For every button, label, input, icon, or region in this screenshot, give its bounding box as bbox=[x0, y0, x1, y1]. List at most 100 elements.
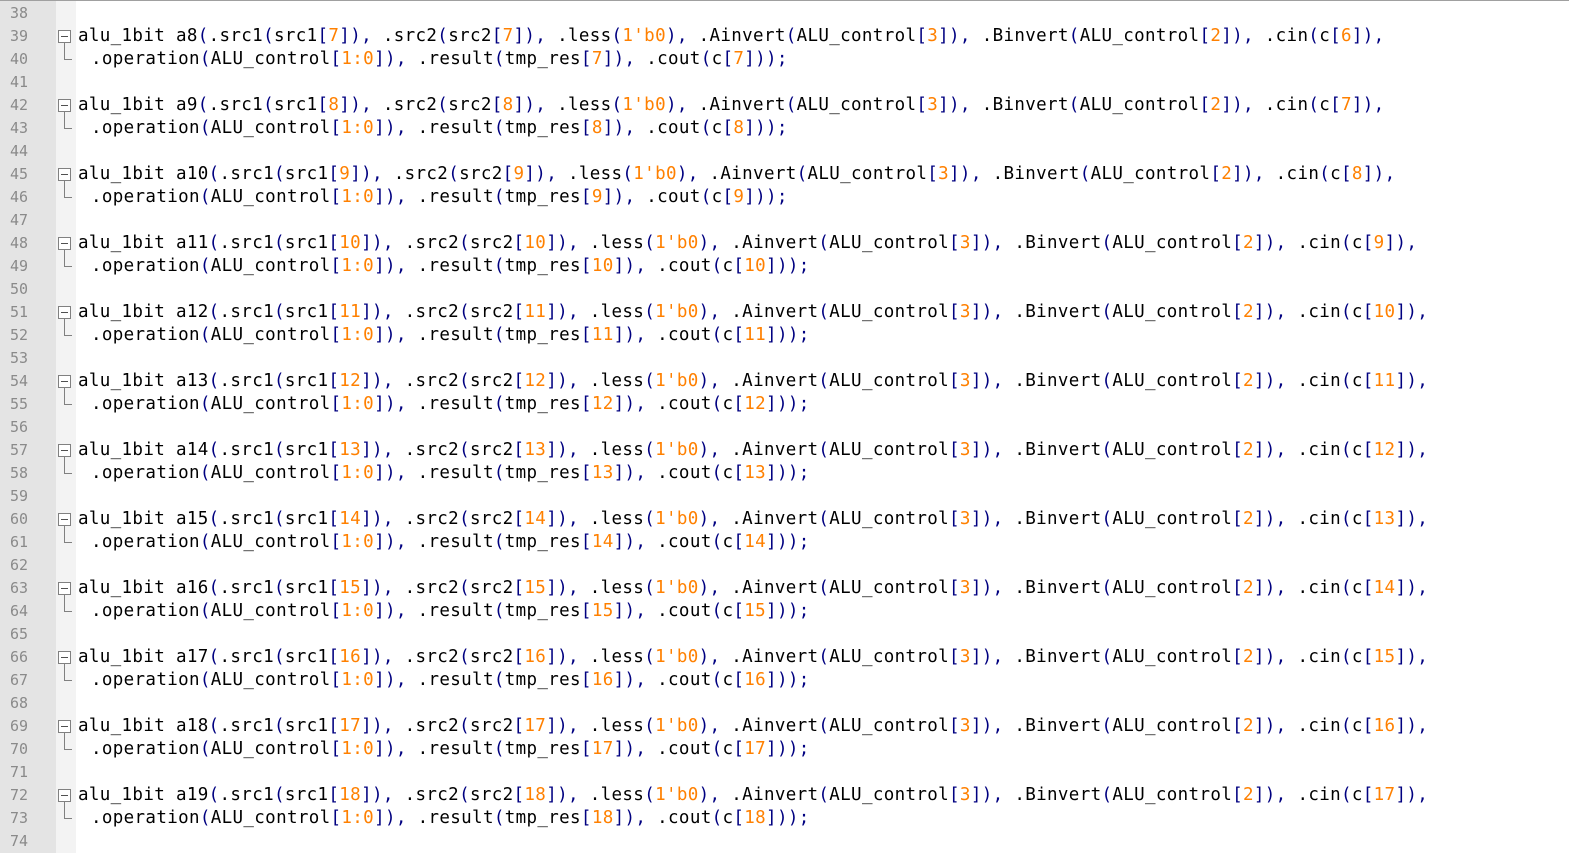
paren: ( bbox=[459, 578, 470, 598]
comma: , bbox=[709, 440, 732, 460]
code-line[interactable]: 39 alu_1bit a8(.src1(src1[7]), .src2(src2… bbox=[0, 25, 1569, 48]
port-name: .operation bbox=[91, 118, 200, 138]
port-name: .Binvert bbox=[992, 164, 1080, 184]
bracket: [ bbox=[1362, 371, 1374, 391]
fold-collapse-icon[interactable] bbox=[58, 582, 71, 595]
fold-collapse-icon[interactable] bbox=[58, 99, 71, 112]
code-line[interactable]: 58 .operation(ALU_control[1:0]), .result(… bbox=[0, 462, 1569, 485]
code-line[interactable]: 45 alu_1bit a10(.src1(src1[9]), .src2(src… bbox=[0, 163, 1569, 186]
result-index: 7 bbox=[591, 49, 603, 69]
binvert-signal: ALU_control bbox=[1112, 440, 1233, 460]
code-line[interactable]: 65 bbox=[0, 623, 1569, 646]
code-line[interactable]: 68 bbox=[0, 692, 1569, 715]
module-instance-name: alu_1bit a16 bbox=[78, 578, 209, 598]
code-line[interactable]: 57 alu_1bit a14(.src1(src1[13]), .src2(sr… bbox=[0, 439, 1569, 462]
code-line[interactable]: 48 alu_1bit a11(.src1(src1[10]), .src2(sr… bbox=[0, 232, 1569, 255]
comma: , bbox=[1253, 164, 1276, 184]
code-line[interactable]: 50 bbox=[0, 278, 1569, 301]
code-line[interactable]: 46 .operation(ALU_control[1:0]), .result(… bbox=[0, 186, 1569, 209]
comma: , bbox=[395, 49, 418, 69]
src1-index: 17 bbox=[339, 716, 362, 736]
fold-collapse-icon[interactable] bbox=[58, 789, 71, 802]
paren: ) bbox=[371, 371, 383, 391]
bracket: ] bbox=[613, 256, 625, 276]
fold-collapse-icon[interactable] bbox=[58, 375, 71, 388]
cout-index: 8 bbox=[733, 118, 745, 138]
code-editor[interactable]: 38 39 alu_1bit a8(.src1(src1[7]), .src2(sr… bbox=[0, 0, 1569, 853]
cout-signal: c bbox=[711, 118, 723, 138]
code-line[interactable]: 63 alu_1bit a16(.src1(src1[15]), .src2(sr… bbox=[0, 577, 1569, 600]
paren: ) bbox=[755, 49, 767, 69]
operation-signal: ALU_control bbox=[210, 463, 331, 483]
code-line[interactable]: 40 .operation(ALU_control[1:0]), .result(… bbox=[0, 48, 1569, 71]
code-line[interactable]: 42 alu_1bit a9(.src1(src1[8]), .src2(src2… bbox=[0, 94, 1569, 117]
code-line[interactable]: 43 .operation(ALU_control[1:0]), .result(… bbox=[0, 117, 1569, 140]
paren: ) bbox=[981, 578, 993, 598]
code-line[interactable]: 66 alu_1bit a17(.src1(src1[16]), .src2(sr… bbox=[0, 646, 1569, 669]
paren: ( bbox=[1101, 716, 1113, 736]
comma: , bbox=[624, 187, 647, 207]
line-number: 57 bbox=[9, 441, 28, 459]
comma: , bbox=[992, 578, 1015, 598]
code-line[interactable]: 72 alu_1bit a19(.src1(src1[18]), .src2(sr… bbox=[0, 784, 1569, 807]
cin-index: 13 bbox=[1373, 509, 1396, 529]
code-line[interactable]: 47 bbox=[0, 209, 1569, 232]
result-index: 12 bbox=[591, 394, 614, 414]
paren: ) bbox=[1243, 164, 1254, 184]
code-line[interactable]: 56 bbox=[0, 416, 1569, 439]
fold-collapse-icon[interactable] bbox=[58, 30, 71, 43]
code-line[interactable]: 41 bbox=[0, 71, 1569, 94]
code-line[interactable]: 51 alu_1bit a12(.src1(src1[11]), .src2(sr… bbox=[0, 301, 1569, 324]
code-line[interactable]: 44 bbox=[0, 140, 1569, 163]
fold-collapse-icon[interactable] bbox=[58, 513, 71, 526]
code-line[interactable]: 54 alu_1bit a13(.src1(src1[12]), .src2(sr… bbox=[0, 370, 1569, 393]
code-line[interactable]: 70 .operation(ALU_control[1:0]), .result(… bbox=[0, 738, 1569, 761]
cin-signal: c bbox=[1351, 233, 1363, 253]
code-line[interactable]: 55 .operation(ALU_control[1:0]), .result(… bbox=[0, 393, 1569, 416]
bracket: ] bbox=[970, 578, 982, 598]
fold-collapse-icon[interactable] bbox=[58, 651, 71, 664]
code-line[interactable]: 67 .operation(ALU_control[1:0]), .result(… bbox=[0, 669, 1569, 692]
paren: ) bbox=[524, 26, 536, 46]
code-line[interactable]: 60 alu_1bit a15(.src1(src1[14]), .src2(sr… bbox=[0, 508, 1569, 531]
fold-collapse-icon[interactable] bbox=[58, 237, 71, 250]
code-line[interactable]: 71 bbox=[0, 761, 1569, 784]
paren: ( bbox=[1341, 716, 1352, 736]
code-line[interactable]: 69 alu_1bit a18(.src1(src1[17]), .src2(sr… bbox=[0, 715, 1569, 738]
code-line[interactable]: 53 bbox=[0, 347, 1569, 370]
code-line[interactable]: 52 .operation(ALU_control[1:0]), .result(… bbox=[0, 324, 1569, 347]
ainvert-signal: ALU_control bbox=[796, 95, 917, 115]
fold-collapse-icon[interactable] bbox=[58, 168, 71, 181]
bracket: [ bbox=[328, 302, 340, 322]
bracket: [ bbox=[328, 164, 340, 184]
comma: , bbox=[676, 95, 699, 115]
code-line[interactable]: 49 .operation(ALU_control[1:0]), .result(… bbox=[0, 255, 1569, 278]
fold-collapse-icon[interactable] bbox=[58, 444, 71, 457]
binvert-index: 2 bbox=[1243, 785, 1254, 805]
ainvert-index: 3 bbox=[959, 233, 971, 253]
port-name: .result bbox=[417, 739, 494, 759]
code-line[interactable]: 61 .operation(ALU_control[1:0]), .result(… bbox=[0, 531, 1569, 554]
code-line[interactable]: 62 bbox=[0, 554, 1569, 577]
paren: ( bbox=[1341, 302, 1352, 322]
code-line[interactable]: 64 .operation(ALU_control[1:0]), .result(… bbox=[0, 600, 1569, 623]
code-line[interactable]: 59 bbox=[0, 485, 1569, 508]
port-name: .src1 bbox=[219, 509, 274, 529]
module-instance-name: alu_1bit a12 bbox=[78, 302, 209, 322]
code-line[interactable]: 74 bbox=[0, 830, 1569, 853]
fold-end-marker bbox=[64, 600, 72, 612]
operation-index: 1:0 bbox=[341, 394, 375, 414]
bracket: [ bbox=[1362, 647, 1374, 667]
operation-signal: ALU_control bbox=[210, 187, 331, 207]
fold-collapse-icon[interactable] bbox=[58, 720, 71, 733]
bracket: ] bbox=[361, 371, 372, 391]
bracket: [ bbox=[491, 95, 503, 115]
cout-index: 16 bbox=[744, 670, 767, 690]
bracket: ] bbox=[1221, 26, 1233, 46]
code-line[interactable]: 73 .operation(ALU_control[1:0]), .result(… bbox=[0, 807, 1569, 830]
code-line[interactable]: 38 bbox=[0, 2, 1569, 25]
bracket: ] bbox=[546, 785, 558, 805]
fold-collapse-icon[interactable] bbox=[58, 306, 71, 319]
bracket: [ bbox=[513, 302, 525, 322]
result-signal: tmp_res bbox=[504, 118, 581, 138]
